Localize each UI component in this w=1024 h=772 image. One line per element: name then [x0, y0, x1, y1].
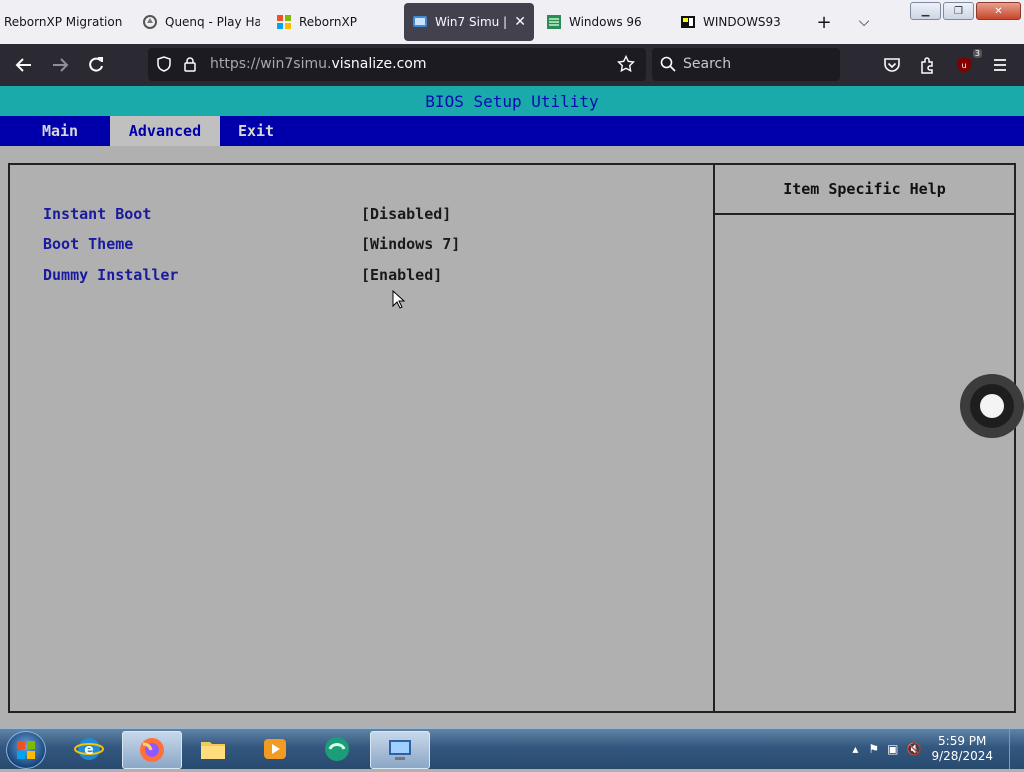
- bios-menu-main[interactable]: Main: [30, 116, 90, 146]
- list-tabs-chevron-icon[interactable]: ⌵: [852, 10, 876, 34]
- item-specific-help-title: Item Specific Help: [715, 165, 1014, 215]
- clock-time: 5:59 PM: [938, 734, 987, 748]
- url-host-prefix: win7simu.: [260, 56, 332, 72]
- tab-title: RebornXP: [299, 15, 357, 29]
- tab-title: Win7 Simu | A: [435, 15, 507, 29]
- svg-text:e: e: [84, 742, 94, 758]
- svg-text:u: u: [961, 61, 966, 70]
- clock-date: 9/28/2024: [931, 749, 993, 763]
- bios-title-bar: BIOS Setup Utility: [0, 86, 1024, 116]
- taskbar-file-explorer[interactable]: [184, 731, 242, 767]
- tab-windows93[interactable]: WINDOWS93: [680, 3, 800, 41]
- close-window-icon[interactable]: ✕: [976, 2, 1021, 20]
- bios-option-dummy-installer-value[interactable]: [Enabled]: [361, 266, 442, 284]
- quenq-favicon-icon: [142, 14, 158, 30]
- ublock-origin-icon[interactable]: u 3: [952, 49, 982, 77]
- tab-title: Quenq - Play Ha: [165, 15, 260, 29]
- internet-explorer-icon: e: [74, 738, 104, 760]
- minimize-icon[interactable]: ▁: [910, 2, 941, 20]
- win7-simu-favicon-icon: [412, 14, 428, 30]
- bookmark-star-icon[interactable]: [614, 52, 638, 76]
- tab-windows-96[interactable]: Windows 96: [546, 3, 666, 41]
- bios-option-instant-boot-label[interactable]: Instant Boot: [43, 205, 151, 223]
- back-arrow-icon[interactable]: [12, 53, 36, 77]
- volume-muted-icon[interactable]: 🔇: [907, 742, 922, 756]
- tab-quenq[interactable]: Quenq - Play Ha: [142, 3, 260, 41]
- mouse-pointer-icon: [392, 289, 406, 314]
- windows93-favicon-icon: [680, 14, 696, 30]
- shield-icon[interactable]: [152, 52, 176, 76]
- search-icon: [656, 52, 680, 76]
- windows-xp-logo-icon: [276, 14, 292, 30]
- bios-menu-exit[interactable]: Exit: [226, 116, 286, 146]
- forward-arrow-icon[interactable]: [48, 53, 72, 77]
- bios-option-instant-boot-value[interactable]: [Disabled]: [361, 205, 451, 223]
- show-desktop-button[interactable]: [1009, 729, 1024, 769]
- tab-title: WINDOWS93: [703, 15, 781, 29]
- bios-panel-divider: [713, 165, 715, 711]
- floating-button-dot: [980, 394, 1004, 418]
- taskbar-internet-explorer[interactable]: e: [60, 731, 118, 767]
- bios-menu-bar: Main Advanced Exit: [0, 116, 1024, 146]
- windows-taskbar: e ▴ ⚑ ▣ 🔇 5:59 PM 9/28/2024: [0, 728, 1024, 769]
- address-bar[interactable]: https://win7simu.visnalize.com: [148, 48, 646, 81]
- action-center-flag-icon[interactable]: ⚑: [868, 742, 879, 756]
- taskbar-media-player[interactable]: [246, 731, 304, 767]
- system-tray: ▴ ⚑ ▣ 🔇 5:59 PM 9/28/2024: [852, 729, 1024, 769]
- remote-desktop-icon: [389, 740, 411, 760]
- bios-settings-panel: Instant Boot [Disabled] Boot Theme [Wind…: [8, 163, 1016, 713]
- tab-rebornxp[interactable]: RebornXP: [276, 3, 396, 41]
- show-hidden-icons-icon[interactable]: ▴: [852, 742, 858, 756]
- close-tab-icon[interactable]: ✕: [506, 14, 534, 30]
- reload-icon[interactable]: [84, 53, 108, 77]
- windows-logo-icon: [17, 741, 35, 759]
- tab-win7-simu[interactable]: Win7 Simu | A ✕: [404, 3, 534, 41]
- window-controls: ▁ ❐ ✕: [910, 2, 1021, 20]
- taskbar-remote-desktop[interactable]: [370, 731, 430, 769]
- url-domain: visnalize.com: [331, 56, 427, 72]
- windows-96-favicon-icon: [546, 14, 562, 30]
- extension-badge-count: 3: [972, 49, 982, 58]
- floating-action-button[interactable]: [960, 374, 1024, 438]
- search-bar[interactable]: Search: [652, 48, 840, 81]
- bios-option-boot-theme-label[interactable]: Boot Theme: [43, 235, 133, 253]
- tab-title: Windows 96: [569, 15, 642, 29]
- browser-tab-strip: RebornXP Migration Quenq - Play Ha Rebor…: [0, 0, 1024, 44]
- tab-title: RebornXP Migration: [4, 15, 123, 29]
- start-button[interactable]: [6, 731, 46, 769]
- taskbar-firefox[interactable]: [122, 731, 182, 769]
- new-tab-plus-icon[interactable]: +: [812, 10, 836, 34]
- teal-globe-icon: [325, 737, 349, 761]
- bios-title: BIOS Setup Utility: [425, 91, 599, 111]
- media-player-icon: [264, 739, 286, 759]
- restore-icon[interactable]: ❐: [943, 2, 974, 20]
- taskbar-browser-app[interactable]: [308, 731, 366, 767]
- bios-menu-advanced[interactable]: Advanced: [110, 116, 220, 146]
- tab-rebornxp-migration[interactable]: RebornXP Migration: [4, 3, 134, 41]
- bios-option-boot-theme-value[interactable]: [Windows 7]: [361, 235, 460, 253]
- extensions-puzzle-icon[interactable]: [916, 53, 940, 77]
- clock[interactable]: 5:59 PM 9/28/2024: [931, 734, 993, 764]
- url-protocol: https://: [210, 56, 261, 72]
- hamburger-menu-icon[interactable]: [988, 53, 1012, 77]
- search-placeholder: Search: [683, 56, 732, 72]
- network-icon[interactable]: ▣: [887, 742, 898, 756]
- bios-option-dummy-installer-label[interactable]: Dummy Installer: [43, 266, 178, 284]
- url-text[interactable]: https://win7simu.visnalize.com: [210, 56, 426, 72]
- folder-icon: [201, 742, 225, 759]
- browser-toolbar: https://win7simu.visnalize.com Search u …: [0, 44, 1024, 86]
- lock-icon[interactable]: [178, 52, 202, 76]
- firefox-icon: [140, 738, 164, 762]
- pocket-icon[interactable]: [880, 53, 904, 77]
